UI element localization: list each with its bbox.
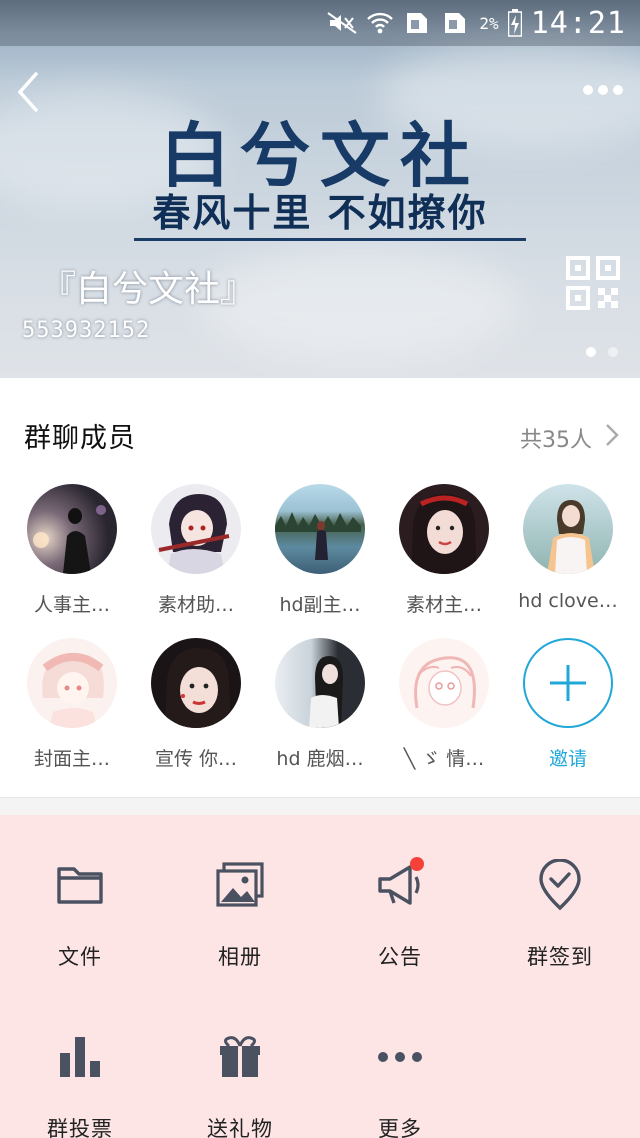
album-icon	[210, 855, 270, 915]
megaphone-icon	[370, 855, 430, 915]
member-item[interactable]: hd副主…	[258, 484, 382, 617]
member-item[interactable]: 封面主…	[10, 638, 134, 771]
wifi-icon	[365, 11, 395, 35]
member-name: hd clove…	[518, 590, 618, 612]
more-dots-icon	[370, 1027, 430, 1087]
status-bar: 2% 14:21	[0, 0, 640, 46]
group-members-section: 群聊成员 共35人 人事主… 素材助… hd副主… 素材主… hd clove……	[0, 378, 640, 798]
group-id: 553932152	[22, 318, 151, 343]
member-name: ╲ ゞ 情…	[403, 748, 485, 770]
avatar[interactable]	[399, 484, 489, 574]
member-name: 素材助…	[157, 594, 234, 616]
tool-files[interactable]: 文件	[0, 855, 160, 971]
members-count-link[interactable]: 共35人	[520, 422, 592, 454]
tool-label: 群签到	[527, 945, 593, 969]
more-options-button[interactable]	[582, 80, 624, 100]
member-name: 封面主…	[33, 748, 110, 770]
member-name: hd副主…	[279, 594, 361, 616]
tool-more[interactable]: 更多	[320, 1027, 480, 1138]
tool-album[interactable]: 相册	[160, 855, 320, 971]
group-header-banner: 2% 14:21 白兮文社 春风十里 不如撩你 『白兮文社』 553932152	[0, 0, 640, 378]
gift-icon	[210, 1027, 270, 1087]
member-item[interactable]: 素材主…	[382, 484, 506, 617]
qr-code-icon	[566, 256, 620, 310]
avatar[interactable]	[27, 484, 117, 574]
group-name: 『白兮文社』	[40, 269, 257, 310]
bar-chart-icon	[50, 1027, 110, 1087]
battery-percent: 2%	[479, 13, 499, 33]
mute-icon	[327, 11, 358, 35]
member-item[interactable]: 人事主…	[10, 484, 134, 617]
tool-announcement[interactable]: 公告	[320, 855, 480, 971]
sim1-signal-icon	[403, 11, 433, 35]
avatar[interactable]	[275, 484, 365, 574]
battery-charging-icon	[507, 9, 523, 37]
invite-label: 邀请	[548, 748, 587, 770]
invite-circle[interactable]	[523, 638, 613, 728]
tool-label: 相册	[218, 945, 262, 969]
avatar[interactable]	[275, 638, 365, 728]
qr-code-button[interactable]	[566, 256, 620, 310]
tool-label: 送礼物	[207, 1117, 273, 1138]
tool-label: 群投票	[47, 1117, 113, 1138]
checkin-pin-icon	[530, 855, 590, 915]
poster-subtitle: 春风十里 不如撩你	[152, 190, 488, 235]
tool-gift[interactable]: 送礼物	[160, 1027, 320, 1138]
invite-button[interactable]: 邀请	[506, 638, 630, 771]
avatar[interactable]	[27, 638, 117, 728]
member-item[interactable]: hd clove…	[506, 484, 630, 617]
member-item[interactable]: ╲ ゞ 情…	[382, 638, 506, 771]
tool-label: 更多	[378, 1117, 422, 1138]
avatar[interactable]	[399, 638, 489, 728]
member-item[interactable]: 宣传 你…	[134, 638, 258, 771]
tool-label: 公告	[378, 945, 422, 969]
avatar[interactable]	[151, 484, 241, 574]
avatar[interactable]	[523, 484, 613, 574]
tool-checkin[interactable]: 群签到	[480, 855, 640, 971]
tool-vote[interactable]: 群投票	[0, 1027, 160, 1138]
plus-icon	[550, 665, 586, 701]
pager-dot	[608, 347, 618, 357]
tool-label: 文件	[58, 945, 102, 969]
sim2-signal-icon	[441, 11, 471, 35]
member-name: hd 鹿烟…	[276, 748, 364, 770]
unread-badge	[410, 857, 424, 871]
member-name: 宣传 你…	[154, 748, 238, 770]
section-divider	[0, 797, 640, 815]
more-dots-icon	[583, 85, 623, 95]
avatar[interactable]	[151, 638, 241, 728]
poster-underline	[134, 238, 526, 241]
group-tools-section: 文件 相册 公告 群签到 群投票 送礼物 更多	[0, 815, 640, 1138]
member-item[interactable]: hd 鹿烟…	[258, 638, 382, 771]
chevron-right-icon[interactable]	[604, 422, 620, 448]
pager-dot-active	[586, 347, 596, 357]
member-item[interactable]: 素材助…	[134, 484, 258, 617]
folder-icon	[50, 855, 110, 915]
member-name: 素材主…	[405, 594, 482, 616]
banner-pager	[586, 347, 618, 357]
status-time: 14:21	[530, 5, 626, 41]
member-name: 人事主…	[33, 594, 110, 616]
members-title: 群聊成员	[24, 423, 136, 454]
